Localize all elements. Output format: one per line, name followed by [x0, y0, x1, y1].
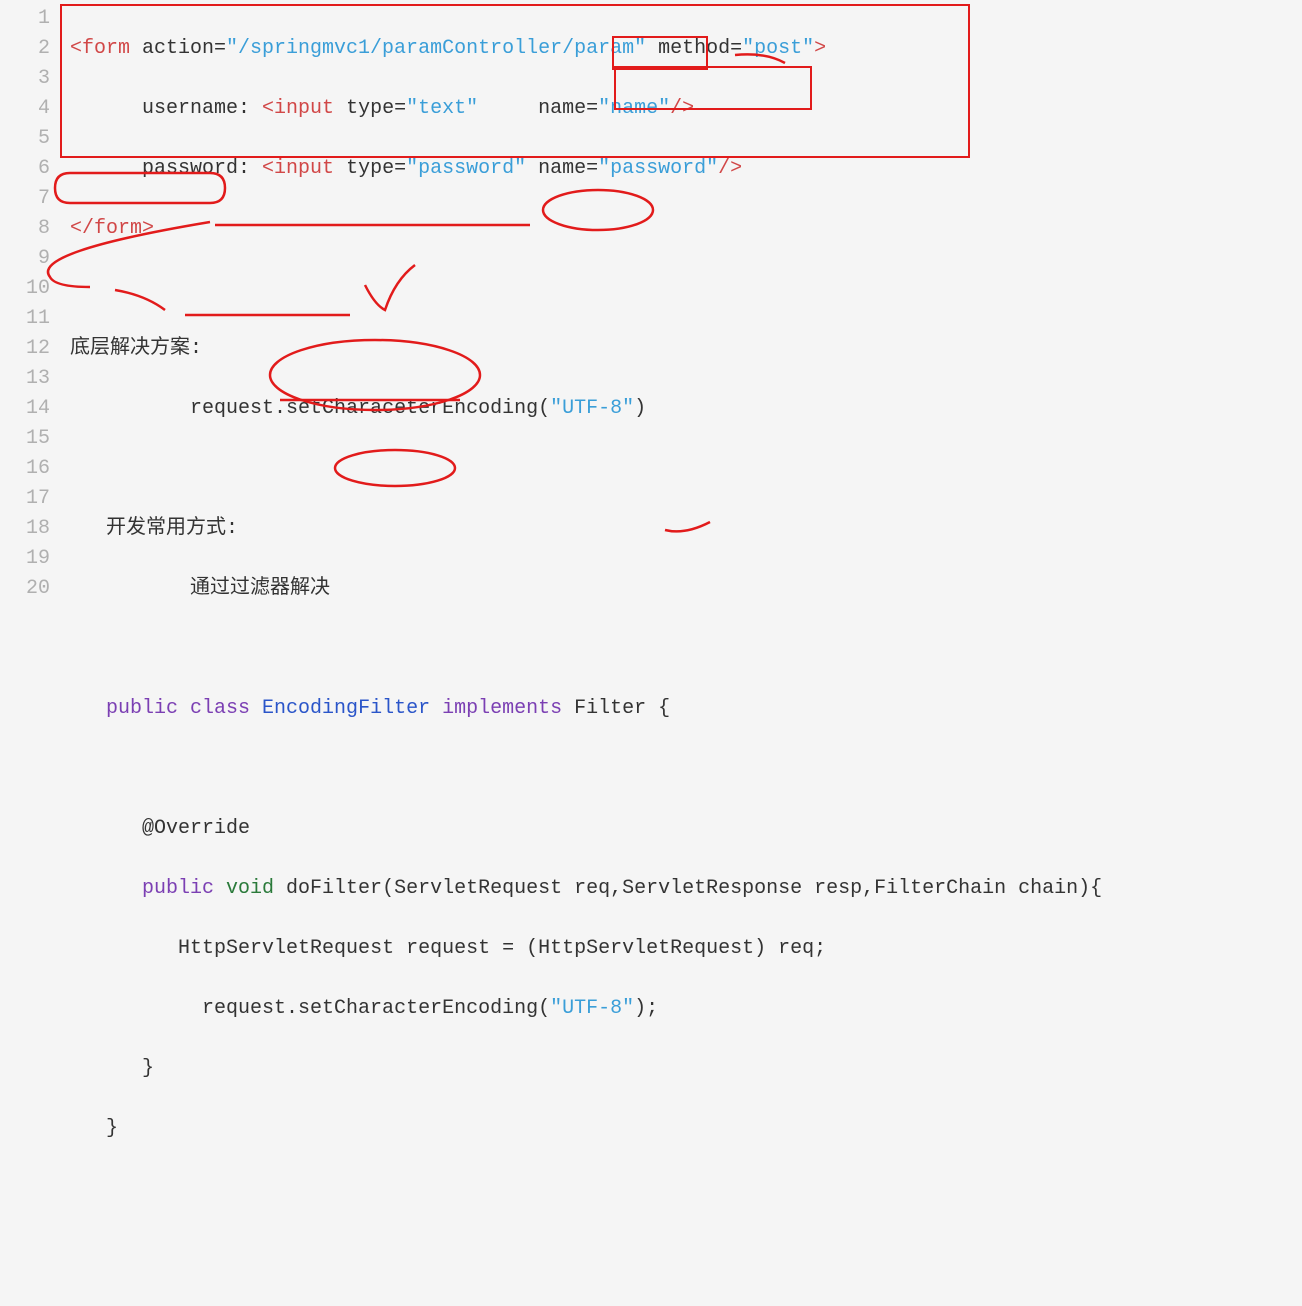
code-editor: 1 2 3 4 5 6 7 8 9 10 11 12 13 14 15 16 1… — [0, 0, 1302, 1306]
code-line: request.setCharacterEncoding("UTF-8"); — [70, 994, 1302, 1024]
line-number: 17 — [0, 484, 50, 514]
code-line — [70, 1174, 1302, 1204]
code-line: <form action="/springmvc1/paramControlle… — [70, 34, 1302, 64]
line-number: 18 — [0, 514, 50, 544]
line-number: 20 — [0, 574, 50, 604]
line-number: 8 — [0, 214, 50, 244]
line-number: 12 — [0, 334, 50, 364]
line-number: 3 — [0, 64, 50, 94]
code-line: HttpServletRequest request = (HttpServle… — [70, 934, 1302, 964]
code-line: @Override — [70, 814, 1302, 844]
line-number: 10 — [0, 274, 50, 304]
line-number: 1 — [0, 4, 50, 34]
code-line: 底层解决方案: — [70, 334, 1302, 364]
code-line: public class EncodingFilter implements F… — [70, 694, 1302, 724]
line-number: 19 — [0, 544, 50, 574]
code-line — [70, 454, 1302, 484]
code-line: } — [70, 1114, 1302, 1144]
line-number: 9 — [0, 244, 50, 274]
code-line: request.setCharaceterEncoding("UTF-8") — [70, 394, 1302, 424]
line-number: 6 — [0, 154, 50, 184]
line-number: 13 — [0, 364, 50, 394]
code-line: public void doFilter(ServletRequest req,… — [70, 874, 1302, 904]
code-line: password: <input type="password" name="p… — [70, 154, 1302, 184]
line-number: 15 — [0, 424, 50, 454]
code-line — [70, 274, 1302, 304]
line-number: 7 — [0, 184, 50, 214]
code-line: 通过过滤器解决 — [70, 574, 1302, 604]
line-gutter: 1 2 3 4 5 6 7 8 9 10 11 12 13 14 15 16 1… — [0, 0, 60, 1306]
code-line: } — [70, 1054, 1302, 1084]
line-number: 14 — [0, 394, 50, 424]
code-line — [70, 634, 1302, 664]
line-number: 4 — [0, 94, 50, 124]
line-number: 16 — [0, 454, 50, 484]
code-line: username: <input type="text" name="name"… — [70, 94, 1302, 124]
annotation-box-form — [60, 4, 970, 158]
line-number: 11 — [0, 304, 50, 334]
line-number: 2 — [0, 34, 50, 64]
code-area[interactable]: <form action="/springmvc1/paramControlle… — [60, 0, 1302, 1306]
line-number: 5 — [0, 124, 50, 154]
code-line: 开发常用方式: — [70, 514, 1302, 544]
code-line: </form> — [70, 214, 1302, 244]
code-line — [70, 754, 1302, 784]
